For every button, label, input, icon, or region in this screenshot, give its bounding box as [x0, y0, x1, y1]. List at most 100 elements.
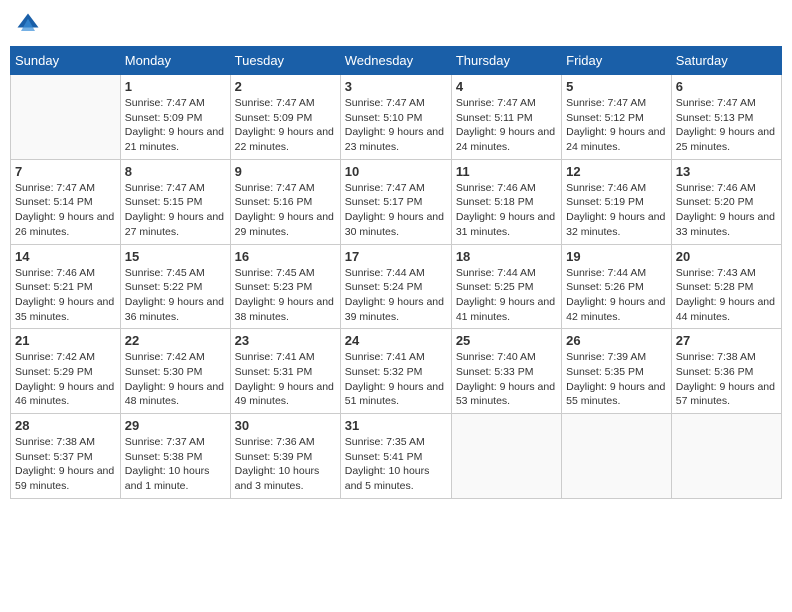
day-number: 15	[125, 249, 226, 264]
calendar-cell: 13 Sunrise: 7:46 AMSunset: 5:20 PMDayligh…	[671, 159, 781, 244]
calendar-cell: 27 Sunrise: 7:38 AMSunset: 5:36 PMDayligh…	[671, 329, 781, 414]
calendar-cell: 5 Sunrise: 7:47 AMSunset: 5:12 PMDaylight…	[562, 75, 672, 160]
day-number: 17	[345, 249, 447, 264]
day-number: 22	[125, 333, 226, 348]
calendar-cell	[451, 414, 561, 499]
day-number: 16	[235, 249, 336, 264]
calendar-cell: 1 Sunrise: 7:47 AMSunset: 5:09 PMDaylight…	[120, 75, 230, 160]
day-number: 28	[15, 418, 116, 433]
calendar-cell: 12 Sunrise: 7:46 AMSunset: 5:19 PMDayligh…	[562, 159, 672, 244]
day-info: Sunrise: 7:35 AMSunset: 5:41 PMDaylight:…	[345, 435, 447, 494]
day-number: 12	[566, 164, 667, 179]
day-info: Sunrise: 7:42 AMSunset: 5:29 PMDaylight:…	[15, 350, 116, 409]
day-number: 7	[15, 164, 116, 179]
calendar-cell	[671, 414, 781, 499]
day-info: Sunrise: 7:47 AMSunset: 5:09 PMDaylight:…	[125, 96, 226, 155]
calendar-cell: 16 Sunrise: 7:45 AMSunset: 5:23 PMDayligh…	[230, 244, 340, 329]
logo-icon	[14, 10, 42, 38]
day-info: Sunrise: 7:47 AMSunset: 5:13 PMDaylight:…	[676, 96, 777, 155]
day-info: Sunrise: 7:45 AMSunset: 5:23 PMDaylight:…	[235, 266, 336, 325]
calendar-cell: 23Sunrise: 7:41 AMSunset: 5:31 PMDayligh…	[230, 329, 340, 414]
day-info: Sunrise: 7:42 AMSunset: 5:30 PMDaylight:…	[125, 350, 226, 409]
day-number: 13	[676, 164, 777, 179]
calendar-cell: 11 Sunrise: 7:46 AMSunset: 5:18 PMDayligh…	[451, 159, 561, 244]
calendar-cell: 10Sunrise: 7:47 AMSunset: 5:17 PMDayligh…	[340, 159, 451, 244]
calendar-cell: 15 Sunrise: 7:45 AMSunset: 5:22 PMDayligh…	[120, 244, 230, 329]
logo	[14, 10, 46, 38]
day-number: 4	[456, 79, 557, 94]
day-number: 6	[676, 79, 777, 94]
calendar-cell: 2 Sunrise: 7:47 AMSunset: 5:09 PMDaylight…	[230, 75, 340, 160]
day-info: Sunrise: 7:45 AMSunset: 5:22 PMDaylight:…	[125, 266, 226, 325]
weekday-header-wednesday: Wednesday	[340, 47, 451, 75]
day-info: Sunrise: 7:38 AMSunset: 5:37 PMDaylight:…	[15, 435, 116, 494]
day-info: Sunrise: 7:44 AMSunset: 5:25 PMDaylight:…	[456, 266, 557, 325]
calendar-week-1: 1 Sunrise: 7:47 AMSunset: 5:09 PMDaylight…	[11, 75, 782, 160]
day-number: 19	[566, 249, 667, 264]
day-number: 5	[566, 79, 667, 94]
weekday-header-row: SundayMondayTuesdayWednesdayThursdayFrid…	[11, 47, 782, 75]
day-info: Sunrise: 7:40 AMSunset: 5:33 PMDaylight:…	[456, 350, 557, 409]
day-info: Sunrise: 7:39 AMSunset: 5:35 PMDaylight:…	[566, 350, 667, 409]
day-number: 14	[15, 249, 116, 264]
calendar-cell: 20Sunrise: 7:43 AMSunset: 5:28 PMDayligh…	[671, 244, 781, 329]
weekday-header-tuesday: Tuesday	[230, 47, 340, 75]
day-number: 18	[456, 249, 557, 264]
calendar-cell: 14 Sunrise: 7:46 AMSunset: 5:21 PMDayligh…	[11, 244, 121, 329]
day-info: Sunrise: 7:47 AMSunset: 5:12 PMDaylight:…	[566, 96, 667, 155]
day-number: 8	[125, 164, 226, 179]
day-info: Sunrise: 7:44 AMSunset: 5:24 PMDaylight:…	[345, 266, 447, 325]
day-info: Sunrise: 7:43 AMSunset: 5:28 PMDaylight:…	[676, 266, 777, 325]
calendar-cell: 17 Sunrise: 7:44 AMSunset: 5:24 PMDayligh…	[340, 244, 451, 329]
day-number: 30	[235, 418, 336, 433]
calendar-cell: 29 Sunrise: 7:37 AMSunset: 5:38 PMDayligh…	[120, 414, 230, 499]
day-number: 29	[125, 418, 226, 433]
calendar-cell	[11, 75, 121, 160]
day-number: 10	[345, 164, 447, 179]
calendar-week-3: 14 Sunrise: 7:46 AMSunset: 5:21 PMDayligh…	[11, 244, 782, 329]
day-info: Sunrise: 7:38 AMSunset: 5:36 PMDaylight:…	[676, 350, 777, 409]
page-header	[10, 10, 782, 38]
calendar-cell: 28 Sunrise: 7:38 AMSunset: 5:37 PMDayligh…	[11, 414, 121, 499]
day-number: 31	[345, 418, 447, 433]
calendar-cell: 3 Sunrise: 7:47 AMSunset: 5:10 PMDaylight…	[340, 75, 451, 160]
day-number: 27	[676, 333, 777, 348]
day-number: 9	[235, 164, 336, 179]
day-info: Sunrise: 7:47 AMSunset: 5:11 PMDaylight:…	[456, 96, 557, 155]
day-info: Sunrise: 7:37 AMSunset: 5:38 PMDaylight:…	[125, 435, 226, 494]
calendar-cell: 24 Sunrise: 7:41 AMSunset: 5:32 PMDayligh…	[340, 329, 451, 414]
calendar-cell: 19Sunrise: 7:44 AMSunset: 5:26 PMDayligh…	[562, 244, 672, 329]
day-number: 25	[456, 333, 557, 348]
day-info: Sunrise: 7:47 AMSunset: 5:16 PMDaylight:…	[235, 181, 336, 240]
day-number: 2	[235, 79, 336, 94]
day-info: Sunrise: 7:46 AMSunset: 5:19 PMDaylight:…	[566, 181, 667, 240]
day-number: 26	[566, 333, 667, 348]
day-number: 11	[456, 164, 557, 179]
calendar-table: SundayMondayTuesdayWednesdayThursdayFrid…	[10, 46, 782, 499]
day-number: 3	[345, 79, 447, 94]
day-number: 21	[15, 333, 116, 348]
calendar-cell	[562, 414, 672, 499]
day-info: Sunrise: 7:47 AMSunset: 5:15 PMDaylight:…	[125, 181, 226, 240]
day-number: 24	[345, 333, 447, 348]
weekday-header-friday: Friday	[562, 47, 672, 75]
calendar-cell: 30 Sunrise: 7:36 AMSunset: 5:39 PMDayligh…	[230, 414, 340, 499]
day-info: Sunrise: 7:46 AMSunset: 5:21 PMDaylight:…	[15, 266, 116, 325]
day-info: Sunrise: 7:36 AMSunset: 5:39 PMDaylight:…	[235, 435, 336, 494]
day-number: 23	[235, 333, 336, 348]
day-info: Sunrise: 7:47 AMSunset: 5:14 PMDaylight:…	[15, 181, 116, 240]
day-info: Sunrise: 7:41 AMSunset: 5:32 PMDaylight:…	[345, 350, 447, 409]
day-info: Sunrise: 7:47 AMSunset: 5:10 PMDaylight:…	[345, 96, 447, 155]
day-info: Sunrise: 7:46 AMSunset: 5:18 PMDaylight:…	[456, 181, 557, 240]
day-number: 1	[125, 79, 226, 94]
calendar-cell: 8 Sunrise: 7:47 AMSunset: 5:15 PMDaylight…	[120, 159, 230, 244]
calendar-cell: 26 Sunrise: 7:39 AMSunset: 5:35 PMDayligh…	[562, 329, 672, 414]
day-info: Sunrise: 7:46 AMSunset: 5:20 PMDaylight:…	[676, 181, 777, 240]
weekday-header-saturday: Saturday	[671, 47, 781, 75]
calendar-cell: 21 Sunrise: 7:42 AMSunset: 5:29 PMDayligh…	[11, 329, 121, 414]
day-info: Sunrise: 7:47 AMSunset: 5:09 PMDaylight:…	[235, 96, 336, 155]
weekday-header-monday: Monday	[120, 47, 230, 75]
calendar-cell: 7 Sunrise: 7:47 AMSunset: 5:14 PMDaylight…	[11, 159, 121, 244]
calendar-week-5: 28 Sunrise: 7:38 AMSunset: 5:37 PMDayligh…	[11, 414, 782, 499]
calendar-week-4: 21 Sunrise: 7:42 AMSunset: 5:29 PMDayligh…	[11, 329, 782, 414]
